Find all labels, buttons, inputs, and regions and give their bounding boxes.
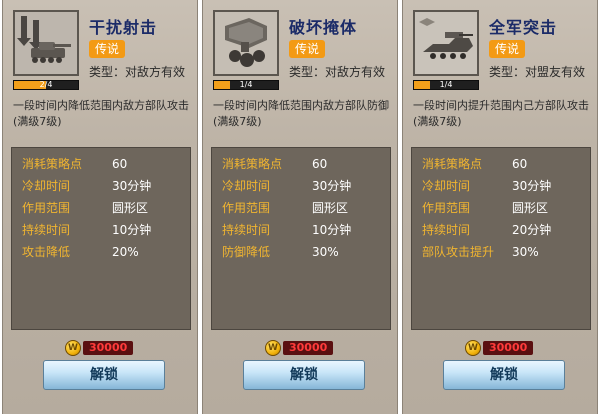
stat-value: 30%	[512, 245, 539, 259]
stat-row: 持续时间 10分钟	[22, 220, 182, 240]
stat-label: 消耗策略点	[222, 157, 283, 171]
level-progress-bar: 2/4	[13, 80, 79, 90]
stat-row: 冷却时间 30分钟	[422, 176, 582, 196]
level-progress-text: 2/4	[39, 80, 53, 89]
skill-type: 类型：对敌方有效	[89, 65, 186, 79]
skill-title: 干扰射击	[89, 18, 158, 37]
stat-row: 持续时间 10分钟	[222, 220, 382, 240]
stat-value: 60	[312, 157, 328, 171]
level-progress-bar: 1/4	[413, 80, 479, 90]
stat-row: 防御降低 30%	[222, 242, 382, 262]
stat-value: 圆形区	[512, 201, 549, 215]
stat-row: 消耗策略点 60	[222, 154, 382, 174]
stat-label: 作用范围	[22, 201, 71, 215]
stat-value: 20分钟	[512, 223, 552, 237]
skill-card-bunker-destroy: 1/4 破坏掩体 传说 类型：对敌方有效 一段时间内降低范围内敌方部队防御(满级…	[202, 0, 398, 414]
skill-card-interference-fire: 2/4 干扰射击 传说 类型：对敌方有效 一段时间内降低范围内敌方部队攻击(满级…	[2, 0, 198, 414]
unlock-button[interactable]: 解锁	[243, 360, 365, 390]
gold-coin-icon: W	[265, 340, 281, 356]
stat-value: 10分钟	[112, 223, 152, 237]
stat-value: 30分钟	[112, 179, 152, 193]
stat-label: 消耗策略点	[22, 157, 83, 171]
stat-label: 持续时间	[222, 223, 271, 237]
stat-row: 作用范围 圆形区	[222, 198, 382, 218]
bunker-buster-icon	[213, 10, 279, 76]
skill-type: 类型：对敌方有效	[289, 65, 386, 79]
stat-row: 消耗策略点 60	[22, 154, 182, 174]
stat-label: 防御降低	[222, 245, 271, 259]
skill-description: 一段时间内降低范围内敌方部队攻击(满级7级)	[13, 99, 189, 128]
stat-value: 10分钟	[312, 223, 352, 237]
unlock-cost: W 30000	[65, 340, 145, 356]
stat-value: 圆形区	[112, 201, 149, 215]
skill-cards-row: 2/4 干扰射击 传说 类型：对敌方有效 一段时间内降低范围内敌方部队攻击(满级…	[0, 0, 600, 414]
stats-panel: 消耗策略点 60 冷却时间 30分钟 作用范围 圆形区 持续时间 10分钟 防御…	[211, 147, 391, 330]
stat-row: 冷却时间 30分钟	[22, 176, 182, 196]
stat-row: 持续时间 20分钟	[422, 220, 582, 240]
full-assault-icon	[413, 10, 479, 76]
gold-coin-icon: W	[465, 340, 481, 356]
stat-row: 攻击降低 20%	[22, 242, 182, 262]
cost-amount: 30000	[283, 341, 334, 355]
unlock-cost: W 30000	[465, 340, 545, 356]
stat-value: 60	[112, 157, 128, 171]
stat-value: 30%	[312, 245, 339, 259]
stat-label: 攻击降低	[22, 245, 71, 259]
stat-value: 圆形区	[312, 201, 349, 215]
stat-value: 30分钟	[512, 179, 552, 193]
skill-card-full-assault: 1/4 全军突击 传说 类型：对盟友有效 一段时间内提升范围内己方部队攻击(满级…	[402, 0, 598, 414]
stat-value: 30分钟	[312, 179, 352, 193]
unlock-cost: W 30000	[265, 340, 345, 356]
stats-panel: 消耗策略点 60 冷却时间 30分钟 作用范围 圆形区 持续时间 20分钟 部队…	[411, 147, 591, 330]
stat-value: 20%	[112, 245, 139, 259]
stat-row: 冷却时间 30分钟	[222, 176, 382, 196]
stat-label: 消耗策略点	[422, 157, 483, 171]
stat-label: 部队攻击提升	[422, 245, 495, 259]
stat-label: 冷却时间	[222, 179, 271, 193]
level-progress-bar: 1/4	[213, 80, 279, 90]
unlock-button[interactable]: 解锁	[443, 360, 565, 390]
level-progress-text: 1/4	[239, 80, 253, 89]
level-progress-text: 1/4	[439, 80, 453, 89]
stat-row: 作用范围 圆形区	[422, 198, 582, 218]
stat-value: 60	[512, 157, 528, 171]
stat-label: 持续时间	[22, 223, 71, 237]
stat-label: 持续时间	[422, 223, 471, 237]
rarity-badge: 传说	[89, 40, 126, 58]
unlock-button[interactable]: 解锁	[43, 360, 165, 390]
skill-description: 一段时间内提升范围内己方部队攻击(满级7级)	[413, 99, 589, 128]
cost-amount: 30000	[83, 341, 134, 355]
stat-label: 作用范围	[422, 201, 471, 215]
rarity-badge: 传说	[489, 40, 526, 58]
skill-title: 全军突击	[489, 18, 558, 37]
stat-label: 作用范围	[222, 201, 271, 215]
gold-coin-icon: W	[65, 340, 81, 356]
skill-description: 一段时间内降低范围内敌方部队防御(满级7级)	[213, 99, 389, 128]
stat-label: 冷却时间	[422, 179, 471, 193]
artillery-strike-icon	[13, 10, 79, 76]
stat-row: 消耗策略点 60	[422, 154, 582, 174]
cost-amount: 30000	[483, 341, 534, 355]
stat-row: 部队攻击提升 30%	[422, 242, 582, 262]
skill-title: 破坏掩体	[289, 18, 358, 37]
skill-type: 类型：对盟友有效	[489, 65, 586, 79]
stat-label: 冷却时间	[22, 179, 71, 193]
stat-row: 作用范围 圆形区	[22, 198, 182, 218]
rarity-badge: 传说	[289, 40, 326, 58]
stats-panel: 消耗策略点 60 冷却时间 30分钟 作用范围 圆形区 持续时间 10分钟 攻击…	[11, 147, 191, 330]
